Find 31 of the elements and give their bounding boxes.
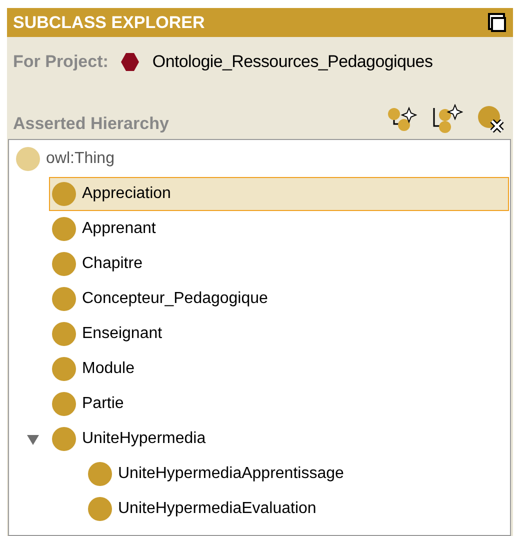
class-icon [16, 146, 40, 170]
maximize-icon[interactable] [487, 12, 507, 32]
project-name: Ontologie_Ressources_Pedagogiques [152, 51, 433, 74]
delete-class-icon[interactable] [477, 105, 505, 133]
create-sibling-class-icon[interactable] [431, 104, 463, 134]
project-label: For Project: [13, 51, 108, 74]
class-icon [52, 392, 76, 416]
class-icon [52, 356, 76, 380]
project-icon [120, 52, 140, 72]
tree-item[interactable]: Enseignant [49, 316, 509, 350]
tree-item[interactable]: owl:Thing [13, 142, 509, 176]
class-icon [52, 426, 76, 450]
class-icon [52, 182, 76, 206]
panel-title: SUBCLASS EXPLORER [13, 12, 205, 34]
tree-item[interactable]: UniteHypermediaApprentissage [85, 456, 509, 490]
tree-item[interactable]: Apprenant [49, 212, 509, 246]
class-icon [88, 462, 112, 486]
tree-item[interactable]: UniteHypermedia [49, 422, 509, 456]
class-icon [52, 286, 76, 310]
tree-item[interactable]: Chapitre [49, 246, 509, 280]
section-label: Asserted Hierarchy [13, 112, 169, 134]
tree-item[interactable]: Appreciation [49, 176, 509, 210]
create-subclass-icon[interactable] [387, 106, 417, 132]
class-icon [88, 496, 112, 520]
tree-item[interactable]: Concepteur_Pedagogique [49, 282, 509, 316]
class-icon [52, 252, 76, 276]
class-icon [52, 322, 76, 346]
tree-item[interactable]: Partie [49, 386, 509, 420]
tree-item[interactable]: Module [49, 352, 509, 386]
tree-item[interactable]: UniteHypermediaEvaluation [85, 492, 509, 526]
class-icon [52, 216, 76, 240]
